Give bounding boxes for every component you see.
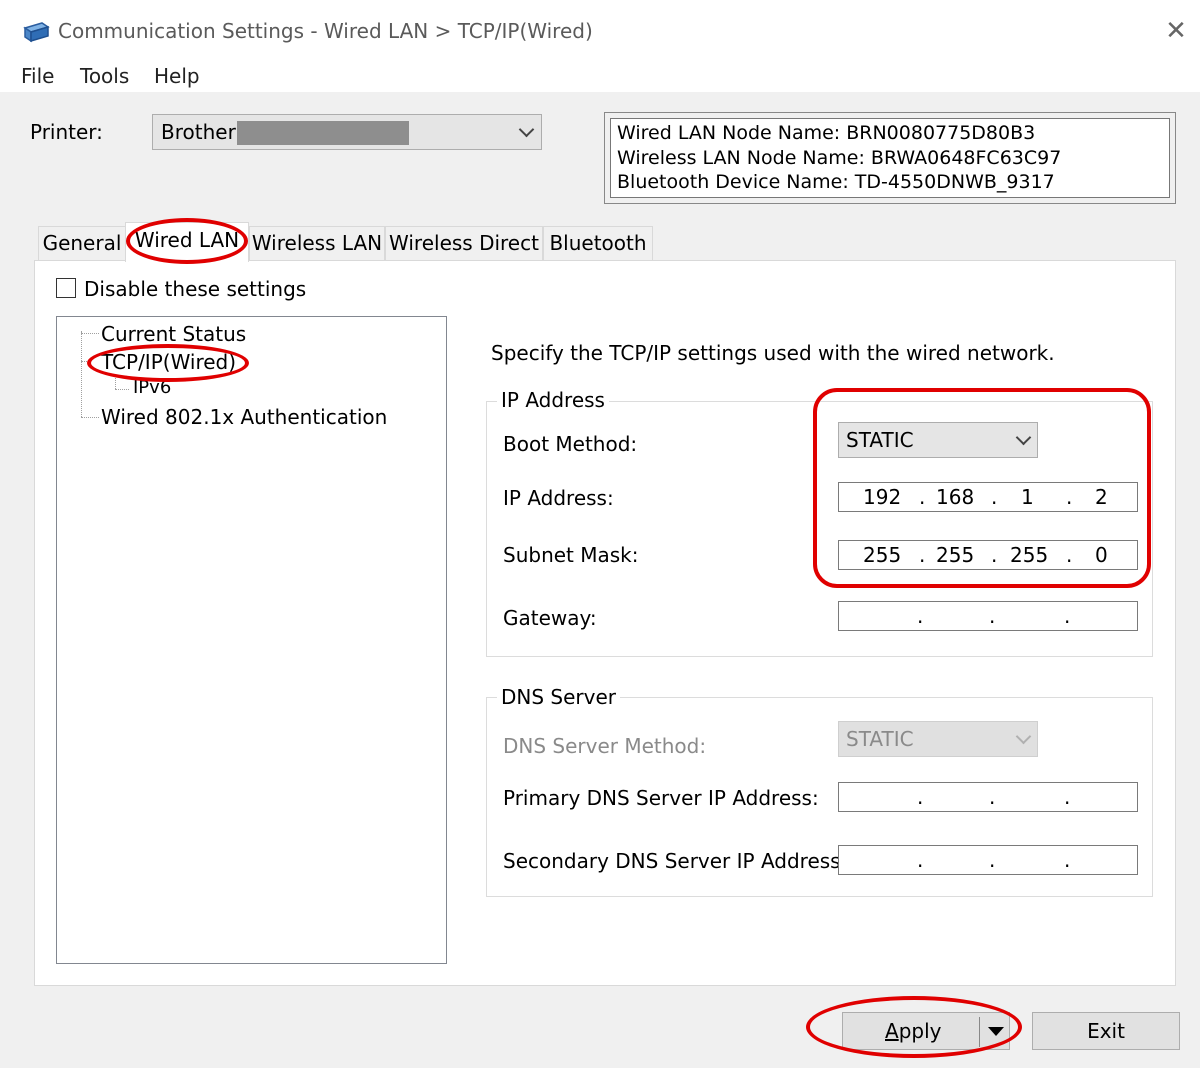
apply-label: Apply [885,1019,941,1043]
primary-dns-label: Primary DNS Server IP Address: [503,786,819,810]
subnet-octet-2[interactable]: 255 [936,543,974,567]
disable-settings-checkbox[interactable] [56,278,76,298]
tab-wireless-lan[interactable]: Wireless LAN [249,226,385,260]
tree-connector [81,361,91,362]
menu-tools[interactable]: Tools [80,64,129,88]
subnet-mask-label: Subnet Mask: [503,543,639,567]
dropdown-arrow-icon[interactable] [988,1027,1004,1036]
ip-octet-3[interactable]: 1 [1021,485,1034,509]
wired-lan-node-name: Wired LAN Node Name: BRN0080775D80B3 [617,122,1036,144]
subnet-octet-4[interactable]: 0 [1095,543,1108,567]
primary-dns-field[interactable]: . . . [838,782,1138,812]
boot-method-dropdown[interactable]: STATIC [838,422,1038,458]
tab-general[interactable]: General [38,226,126,260]
printer-label: Printer: [30,120,103,144]
subnet-mask-field[interactable]: 255 . 255 . 255 . 0 [838,540,1138,570]
tree-connector [115,389,129,390]
ip-octet-1[interactable]: 192 [863,485,901,509]
ip-dot: . [991,485,998,509]
settings-tree[interactable]: Current Status TCP/IP(Wired) IPv6 Wired … [56,316,447,964]
ip-octet-4[interactable]: 2 [1095,485,1108,509]
ip-dot: . [919,485,926,509]
ip-dot: . [1064,848,1071,872]
ip-dot: . [1064,604,1071,628]
ip-dot: . [989,604,996,628]
tree-item-wired-8021x[interactable]: Wired 802.1x Authentication [101,405,387,429]
tab-wired-lan[interactable]: Wired LAN [125,222,249,262]
gateway-field[interactable]: . . . [838,601,1138,631]
ip-dot: . [989,848,996,872]
tree-connector [81,331,82,417]
ip-dot: . [919,543,926,567]
exit-button[interactable]: Exit [1032,1012,1180,1050]
secondary-dns-label: Secondary DNS Server IP Address: [503,849,848,873]
dns-method-value: STATIC [846,727,914,751]
menu-file[interactable]: File [21,64,54,88]
ip-dot: . [917,604,924,628]
tree-connector [115,375,116,389]
printer-selected-value: Brother [161,120,236,144]
ip-dot: . [1066,543,1073,567]
boot-method-label: Boot Method: [503,432,638,456]
close-button[interactable]: ✕ [1158,14,1194,50]
redacted-printer-model [237,121,409,145]
tree-item-ipv6[interactable]: IPv6 [133,377,171,398]
tree-connector [81,417,99,418]
chevron-down-icon [518,121,535,138]
ip-address-field[interactable]: 192 . 168 . 1 . 2 [838,482,1138,512]
ip-dot: . [989,785,996,809]
tab-wireless-direct[interactable]: Wireless Direct [385,226,543,260]
gateway-label: Gateway: [503,606,597,630]
ip-dot: . [917,785,924,809]
chevron-down-icon [1015,728,1032,745]
subnet-octet-3[interactable]: 255 [1010,543,1048,567]
communication-settings-app-icon [23,22,50,43]
ip-dot: . [991,543,998,567]
apply-split-divider [979,1017,980,1047]
ip-dot: . [1066,485,1073,509]
ip-octet-2[interactable]: 168 [936,485,974,509]
apply-accelerator-letter: A [885,1019,899,1043]
dns-method-dropdown: STATIC [838,721,1038,757]
node-info-text: Wired LAN Node Name: BRN0080775D80B3 Wir… [610,118,1170,198]
dns-method-label: DNS Server Method: [503,734,707,758]
node-info-panel: Wired LAN Node Name: BRN0080775D80B3 Wir… [604,112,1176,204]
apply-label-rest: pply [898,1019,942,1043]
ip-dot: . [917,848,924,872]
wireless-lan-node-name: Wireless LAN Node Name: BRWA0648FC63C97 [617,146,1062,169]
apply-button[interactable]: Apply [842,1012,1010,1050]
menu-help[interactable]: Help [154,64,200,88]
menu-bar: File Tools Help [0,60,1200,92]
tab-bluetooth[interactable]: Bluetooth [543,226,653,260]
tcpip-description: Specify the TCP/IP settings used with th… [491,341,1055,365]
disable-settings-label[interactable]: Disable these settings [84,277,306,301]
ip-address-label: IP Address: [503,486,614,510]
bluetooth-device-name: Bluetooth Device Name: TD-4550DNWB_9317 [617,171,1055,193]
window-title: Communication Settings - Wired LAN > TCP… [58,19,593,43]
ip-dot: . [1064,785,1071,809]
ip-address-group-title: IP Address [497,388,609,412]
tree-item-tcpip-wired[interactable]: TCP/IP(Wired) [101,350,236,374]
secondary-dns-field[interactable]: . . . [838,845,1138,875]
tree-connector [81,333,99,334]
subnet-octet-1[interactable]: 255 [863,543,901,567]
printer-dropdown[interactable]: Brother [152,114,542,150]
boot-method-value: STATIC [846,428,914,452]
chevron-down-icon [1015,429,1032,446]
tree-item-current-status[interactable]: Current Status [101,322,246,346]
dns-server-group-title: DNS Server [497,685,620,709]
